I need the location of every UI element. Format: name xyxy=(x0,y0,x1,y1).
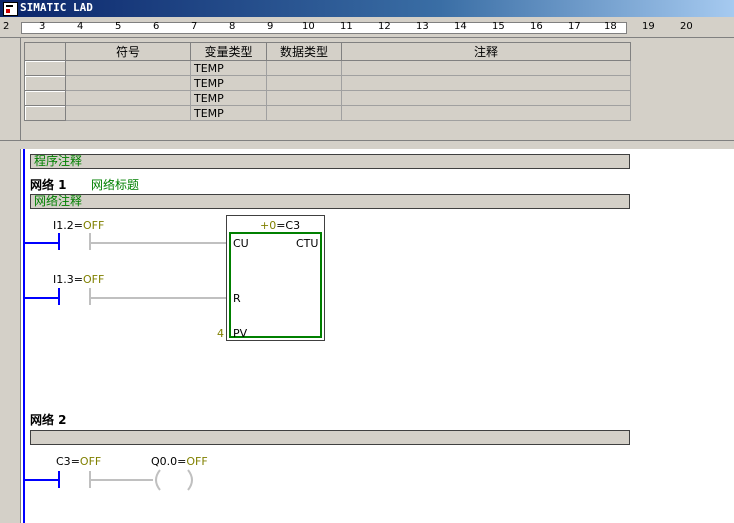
contact-i12-label: I1.2=OFF xyxy=(53,219,104,232)
contact-address: I1.2 xyxy=(53,219,74,232)
network-1-label[interactable]: 网络 1 xyxy=(30,176,67,193)
ruler-tick: 11 xyxy=(340,21,353,32)
contact-i12-left-bar[interactable] xyxy=(58,233,60,250)
table-row: TEMP xyxy=(24,105,631,121)
table-gutter xyxy=(0,38,21,140)
wire-segment xyxy=(25,242,59,244)
counter-header: +0=C3 xyxy=(260,219,300,232)
cell-comment[interactable] xyxy=(341,105,631,121)
cell-var-type[interactable]: TEMP xyxy=(190,105,267,121)
app-icon xyxy=(3,2,18,16)
table-header-row: 符号 变量类型 数据类型 注释 xyxy=(24,42,631,61)
column-header-comment[interactable]: 注释 xyxy=(341,42,631,61)
ruler-tick: 13 xyxy=(416,21,429,32)
contact-i13-left-bar[interactable] xyxy=(58,288,60,305)
ruler-tick: 17 xyxy=(568,21,581,32)
ruler-tick: 18 xyxy=(604,21,617,32)
table-row: TEMP xyxy=(24,75,631,91)
local-variable-table-panel: 符号 变量类型 数据类型 注释 TEMP TEMP TEMP TEMP xyxy=(0,38,734,140)
contact-state: OFF xyxy=(79,455,102,468)
counter-pin-pv: PV xyxy=(233,327,248,340)
ruler-tick: 6 xyxy=(153,21,160,32)
contact-eq: = xyxy=(70,455,80,468)
contact-state: OFF xyxy=(82,273,105,286)
cell-symbol[interactable] xyxy=(65,105,191,121)
coil-q00-symbol[interactable] xyxy=(150,468,200,492)
counter-pin-cu: CU xyxy=(233,237,249,250)
ruler-tick: 8 xyxy=(229,21,236,32)
ruler-tick: 15 xyxy=(492,21,505,32)
wire-segment xyxy=(91,479,153,481)
coil-state: OFF xyxy=(186,455,208,468)
ruler-tick: 12 xyxy=(378,21,391,32)
counter-type: CTU xyxy=(296,237,319,250)
coil-eq: = xyxy=(177,455,187,468)
table-row: TEMP xyxy=(24,60,631,76)
cell-symbol[interactable] xyxy=(65,60,191,76)
counter-pv-value[interactable]: 4 xyxy=(217,327,224,340)
cell-symbol[interactable] xyxy=(65,90,191,106)
cell-data-type[interactable] xyxy=(266,60,342,76)
cell-data-type[interactable] xyxy=(266,90,342,106)
ruler-tick: 5 xyxy=(115,21,122,32)
wire-segment xyxy=(25,479,59,481)
cell-comment[interactable] xyxy=(341,90,631,106)
ruler-tick: 10 xyxy=(302,21,315,32)
column-header-data-type[interactable]: 数据类型 xyxy=(266,42,342,61)
table-row: TEMP xyxy=(24,90,631,106)
contact-state: OFF xyxy=(82,219,105,232)
ladder-editor[interactable]: 程序注释 网络 1 网络标题 网络注释 I1.2=OFF I1.3=OFF +0… xyxy=(0,149,734,523)
network-2-label[interactable]: 网络 2 xyxy=(30,411,67,428)
cell-symbol[interactable] xyxy=(65,75,191,91)
cell-comment[interactable] xyxy=(341,75,631,91)
ruler-tick: 14 xyxy=(454,21,467,32)
power-rail xyxy=(23,149,25,523)
counter-current-value: +0 xyxy=(260,219,277,232)
wire-segment xyxy=(25,297,59,299)
ruler-tick: 9 xyxy=(267,21,274,32)
ruler-tick: 3 xyxy=(39,21,46,32)
network-1-title[interactable]: 网络标题 xyxy=(91,176,139,193)
row-header[interactable] xyxy=(24,105,66,121)
counter-pin-r: R xyxy=(233,292,241,305)
cell-var-type[interactable]: TEMP xyxy=(190,90,267,106)
column-ruler: 2 3 4 5 6 7 8 9 10 11 12 13 14 15 16 17 … xyxy=(0,17,734,38)
row-header[interactable] xyxy=(24,90,66,106)
ruler-tick: 4 xyxy=(77,21,84,32)
contact-i13-label: I1.3=OFF xyxy=(53,273,104,286)
title-bar: SIMATIC LAD xyxy=(0,0,734,17)
cell-data-type[interactable] xyxy=(266,75,342,91)
row-header-corner xyxy=(24,42,66,61)
local-variable-table: 符号 变量类型 数据类型 注释 TEMP TEMP TEMP TEMP xyxy=(24,42,631,121)
wire-segment xyxy=(91,242,230,244)
program-comment[interactable]: 程序注释 xyxy=(30,154,630,169)
network-2-comment[interactable] xyxy=(30,430,630,445)
contact-eq: = xyxy=(73,273,83,286)
coil-address: Q0.0 xyxy=(151,455,178,468)
counter-address: =C3 xyxy=(276,219,301,232)
ruler-tick: 2 xyxy=(3,21,10,32)
cell-data-type[interactable] xyxy=(266,105,342,121)
column-header-symbol[interactable]: 符号 xyxy=(65,42,191,61)
editor-gutter xyxy=(0,149,21,523)
ruler-tick: 7 xyxy=(191,21,198,32)
ruler-tick: 20 xyxy=(680,21,693,32)
contact-c3-label: C3=OFF xyxy=(56,455,101,468)
window-title: SIMATIC LAD xyxy=(20,1,93,14)
row-header[interactable] xyxy=(24,60,66,76)
cell-var-type[interactable]: TEMP xyxy=(190,60,267,76)
cell-comment[interactable] xyxy=(341,60,631,76)
contact-address: C3 xyxy=(56,455,71,468)
network-1-comment[interactable]: 网络注释 xyxy=(30,194,630,209)
row-header[interactable] xyxy=(24,75,66,91)
wire-segment xyxy=(91,297,230,299)
contact-eq: = xyxy=(73,219,83,232)
contact-c3-left-bar[interactable] xyxy=(58,471,60,488)
coil-q00-label: Q0.0=OFF xyxy=(151,455,208,468)
ruler-tick: 19 xyxy=(642,21,655,32)
ruler-tick: 16 xyxy=(530,21,543,32)
column-header-var-type[interactable]: 变量类型 xyxy=(190,42,267,61)
cell-var-type[interactable]: TEMP xyxy=(190,75,267,91)
contact-address: I1.3 xyxy=(53,273,74,286)
